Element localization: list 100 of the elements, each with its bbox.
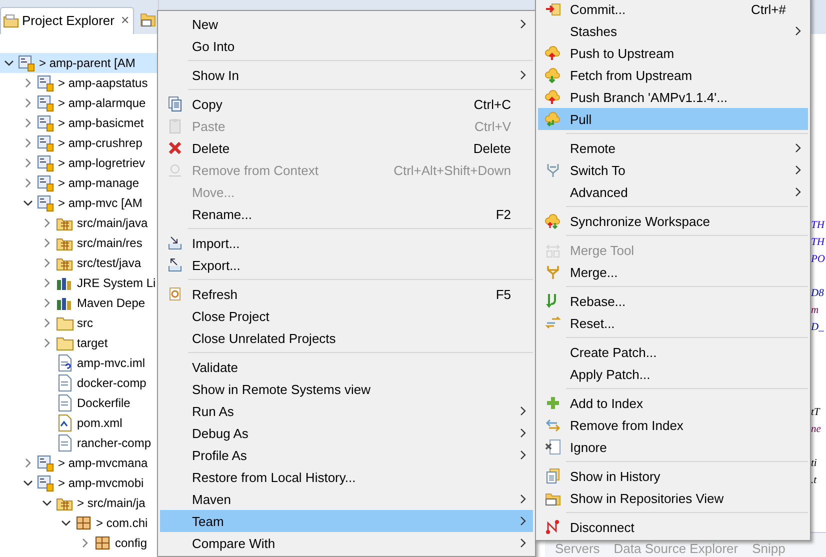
- package-icon: [94, 534, 112, 552]
- menu-item[interactable]: Import...: [160, 232, 533, 254]
- collapse-chevron-icon[interactable]: [23, 158, 33, 168]
- menu-item[interactable]: Show In: [160, 64, 533, 86]
- menu-item[interactable]: Rebase...: [538, 290, 808, 312]
- menu-item[interactable]: Ignore: [538, 436, 808, 458]
- menu-item[interactable]: Merge...: [538, 261, 808, 283]
- collapse-chevron-icon[interactable]: [42, 278, 52, 288]
- menu-item[interactable]: Rename... F2: [160, 203, 533, 225]
- collapse-chevron-icon[interactable]: [23, 138, 33, 148]
- menu-item[interactable]: Refresh F5: [160, 283, 533, 305]
- menu-item[interactable]: Go Into: [160, 35, 533, 57]
- tree-item[interactable]: > com.chi: [96, 516, 148, 530]
- menu-item[interactable]: Copy Ctrl+C: [160, 93, 533, 115]
- tree-item[interactable]: > amp-mvcmana: [58, 456, 148, 470]
- file-icon: [56, 374, 74, 392]
- menu-item[interactable]: Advanced: [538, 181, 808, 203]
- code-text: m: [811, 305, 819, 316]
- code-text: D_: [811, 322, 824, 333]
- cloud-sync-icon: [545, 213, 561, 229]
- tree-item[interactable]: JRE System Li: [77, 276, 156, 290]
- menu-item[interactable]: Debug As: [160, 422, 533, 444]
- menu-item[interactable]: Close Project: [160, 305, 533, 327]
- tree-item[interactable]: docker-comp: [77, 376, 146, 390]
- tree-item[interactable]: > amp-basicmet: [58, 116, 144, 130]
- project-icon: [37, 174, 55, 192]
- collapse-chevron-icon[interactable]: [80, 538, 90, 548]
- menu-item-label: Delete: [192, 140, 231, 156]
- tree-item[interactable]: Maven Depe: [77, 296, 146, 310]
- tree-item[interactable]: pom.xml: [77, 416, 122, 430]
- tree-item[interactable]: > src/main/ja: [77, 496, 146, 510]
- menu-item-label: Push to Upstream: [570, 46, 676, 60]
- tree-item[interactable]: src: [77, 316, 93, 330]
- menu-item[interactable]: Show in Remote Systems view: [160, 378, 533, 400]
- tree-item[interactable]: > amp-alarmque: [58, 96, 146, 110]
- menu-item[interactable]: Push to Upstream: [538, 42, 808, 64]
- cloud-return-arrow-icon: [545, 111, 561, 127]
- menu-item[interactable]: Pull: [538, 108, 808, 130]
- tree-item[interactable]: > amp-logretriev: [58, 156, 146, 170]
- menu-item[interactable]: Show in History: [538, 465, 808, 487]
- menu-item[interactable]: Profile As: [160, 444, 533, 466]
- menu-item[interactable]: Validate: [160, 356, 533, 378]
- close-icon[interactable]: ✕: [120, 14, 130, 27]
- git-folder-icon[interactable]: [140, 11, 156, 27]
- tree-item[interactable]: src/main/java: [77, 216, 148, 230]
- collapse-chevron-icon[interactable]: [42, 218, 52, 228]
- menu-item[interactable]: Apply Patch...: [538, 363, 808, 385]
- tree-item[interactable]: > amp-crushrep: [58, 136, 142, 150]
- menu-item[interactable]: Stashes: [538, 20, 808, 42]
- expand-chevron-icon[interactable]: [23, 198, 33, 208]
- expand-chevron-icon[interactable]: [23, 478, 33, 488]
- menu-item[interactable]: Maven: [160, 488, 533, 510]
- collapse-chevron-icon[interactable]: [42, 258, 52, 268]
- menu-item[interactable]: Export...: [160, 254, 533, 276]
- menu-item[interactable]: Restore from Local History...: [160, 466, 533, 488]
- tree-item[interactable]: target: [77, 336, 108, 350]
- explorer-tab[interactable]: Project Explorer ✕: [0, 6, 134, 34]
- collapse-chevron-icon[interactable]: [42, 298, 52, 308]
- collapse-chevron-icon[interactable]: [23, 78, 33, 88]
- project-icon: [37, 94, 55, 112]
- expand-chevron-icon[interactable]: [61, 518, 71, 528]
- menu-item[interactable]: Push Branch 'AMPv1.1.4'...: [538, 86, 808, 108]
- menu-item[interactable]: Delete Delete: [160, 137, 533, 159]
- tree-item[interactable]: rancher-comp: [77, 436, 152, 450]
- menu-item[interactable]: Close Unrelated Projects: [160, 327, 533, 349]
- menu-item[interactable]: Disconnect: [538, 516, 808, 538]
- expand-chevron-icon[interactable]: [4, 58, 14, 68]
- menu-item-label: Run As: [192, 404, 235, 418]
- menu-item[interactable]: Commit... Ctrl+#: [538, 0, 808, 20]
- menu-item[interactable]: Team: [160, 510, 533, 532]
- tree-item[interactable]: > amp-aapstatus: [58, 76, 148, 90]
- tree-item[interactable]: src/test/java: [77, 256, 142, 270]
- menu-item[interactable]: Reset...: [538, 312, 808, 334]
- collapse-chevron-icon[interactable]: [23, 98, 33, 108]
- tree-item[interactable]: amp-mvc.iml: [77, 356, 145, 370]
- collapse-chevron-icon[interactable]: [23, 458, 33, 468]
- collapse-chevron-icon[interactable]: [42, 338, 52, 348]
- menu-item[interactable]: Show in Repositories View: [538, 487, 808, 509]
- menu-item[interactable]: Synchronize Workspace: [538, 210, 808, 232]
- menu-item[interactable]: Remote: [538, 137, 808, 159]
- menu-item[interactable]: Compare With: [160, 532, 533, 554]
- tree-item[interactable]: config: [115, 536, 148, 550]
- menu-item[interactable]: New: [160, 13, 533, 35]
- collapse-chevron-icon[interactable]: [42, 318, 52, 328]
- tree-item[interactable]: src/main/res: [77, 236, 142, 250]
- tree-item[interactable]: > amp-mvc [AM: [58, 196, 142, 210]
- menu-item[interactable]: Create Patch...: [538, 341, 808, 363]
- collapse-chevron-icon[interactable]: [23, 118, 33, 128]
- menu-item[interactable]: Remove from Index: [538, 414, 808, 436]
- menu-item[interactable]: Run As: [160, 400, 533, 422]
- menu-item[interactable]: Add to Index: [538, 392, 808, 414]
- tree-item[interactable]: > amp-mvcmobi: [58, 476, 144, 490]
- menu-item-label: New: [192, 16, 220, 32]
- tree-item[interactable]: Dockerfile: [77, 396, 130, 410]
- collapse-chevron-icon[interactable]: [23, 178, 33, 188]
- menu-item[interactable]: Switch To: [538, 159, 808, 181]
- collapse-chevron-icon[interactable]: [42, 238, 52, 248]
- tree-item[interactable]: > amp-manage: [58, 176, 140, 190]
- menu-item[interactable]: Fetch from Upstream: [538, 64, 808, 86]
- expand-chevron-icon[interactable]: [42, 498, 52, 508]
